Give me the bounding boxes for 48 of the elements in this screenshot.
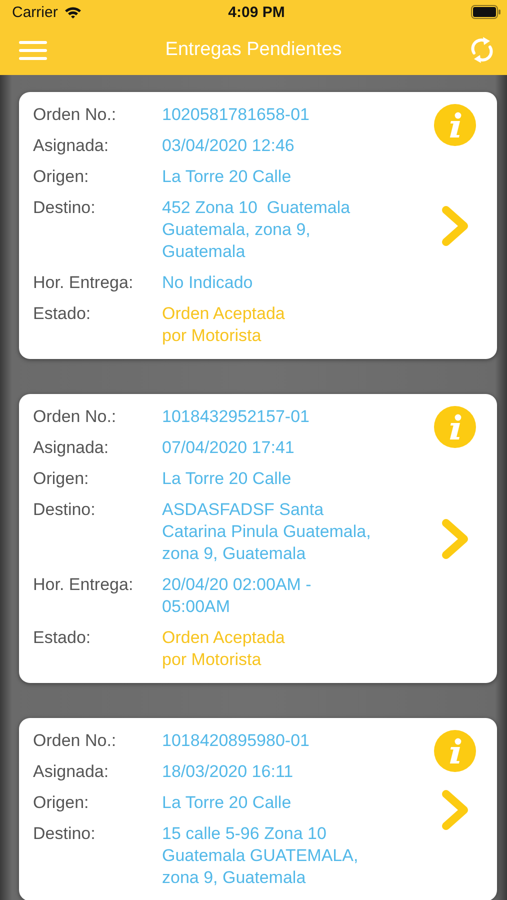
field-label: Asignada: (33, 761, 110, 783)
order-card[interactable] (19, 92, 497, 359)
field-value: 20/04/20 02:00AM - 05:00AM (162, 574, 312, 618)
chevron-icon[interactable] (441, 518, 469, 560)
field-label: Destino: (33, 823, 96, 845)
status-time: 4:09 PM (228, 4, 285, 20)
field-value: ASDASFADSF Santa Catarina Pinula Guatemala, zona 9, Guatemala (162, 499, 372, 565)
order-card[interactable]: Orden No.: 1018420895980-01 Asignada: 18/03/2020 16:11 Origen: La Torre 20 Calle Destino: 15 calle 5-96 Zona 10 Guatemala GUATEMALA, zona 9, Guatemala (19, 718, 497, 900)
info-icon[interactable] (434, 104, 476, 146)
field-label: Orden No.: (33, 730, 118, 752)
field-label: Origen: (33, 166, 90, 188)
field-label: Origen: (33, 468, 90, 490)
field-label: Hor. Entrega: (33, 574, 134, 596)
field-value: La Torre 20 Calle (162, 468, 292, 490)
field-value: No Indicado (162, 272, 254, 294)
wifi-icon (64, 6, 82, 18)
screen-title: Entregas Pendientes (164, 38, 343, 60)
field-value: La Torre 20 Calle (162, 166, 292, 188)
field-value: La Torre 20 Calle (162, 792, 292, 814)
field-value: Orden Aceptada por Motorista (162, 627, 286, 671)
field-label: Asignada: (33, 135, 110, 157)
field-value: 03/04/2020 12:46 (162, 135, 296, 157)
field-label: Estado: (33, 303, 92, 325)
field-label: Orden No.: (33, 104, 118, 126)
field-value: 1018420895980-01 (162, 730, 310, 752)
field-value: 15 calle 5-96 Zona 10 Guatemala GUATEMALA, zona 9, Guatemala (162, 823, 360, 889)
info-icon[interactable] (434, 406, 476, 448)
refresh-icon[interactable] (470, 34, 494, 64)
menu-icon[interactable] (19, 40, 47, 60)
field-value: 18/03/2020 16:11 (162, 761, 294, 783)
order-card[interactable] (19, 394, 497, 683)
field-label: Estado: (33, 627, 92, 649)
info-icon[interactable] (434, 730, 476, 772)
carrier-label: Carrier (12, 4, 58, 20)
chevron-icon[interactable] (441, 204, 469, 246)
field-value: 1020581781658-01 (162, 104, 310, 126)
battery-icon (471, 5, 501, 19)
field-label: Destino: (33, 499, 96, 521)
field-value: 452 Zona 10 Guatemala Guatemala, zona 9, Guatemala (162, 197, 352, 263)
field-label: Origen: (33, 792, 90, 814)
field-value: 1018432952157-01 (162, 406, 310, 428)
field-value: 07/04/2020 17:41 (162, 437, 296, 459)
field-label: Orden No.: (33, 406, 118, 428)
field-label: Destino: (33, 197, 96, 219)
field-label: Hor. Entrega: (33, 272, 134, 294)
chevron-icon[interactable] (441, 788, 469, 830)
field-label: Asignada: (33, 437, 110, 459)
field-value: Orden Aceptada por Motorista (162, 303, 286, 347)
